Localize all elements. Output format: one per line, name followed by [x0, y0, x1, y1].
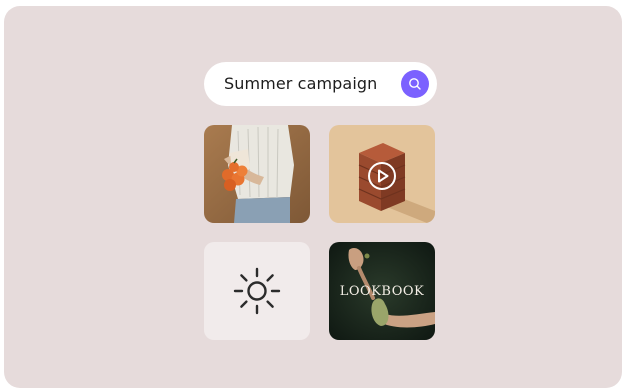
oranges-photo: [204, 125, 310, 223]
canvas: Summer campaign LOOKBOOK: [4, 6, 622, 388]
search-bar[interactable]: Summer campaign: [204, 62, 437, 106]
image-tile-lookbook[interactable]: LOOKBOOK: [329, 242, 435, 340]
sun-icon: [233, 267, 281, 315]
icon-tile-sun[interactable]: [204, 242, 310, 340]
search-input[interactable]: Summer campaign: [224, 62, 377, 106]
lookbook-label: LOOKBOOK: [339, 284, 425, 299]
search-button[interactable]: [401, 70, 429, 98]
play-icon: [368, 162, 396, 190]
image-tile-oranges[interactable]: [204, 125, 310, 223]
video-tile-bricks[interactable]: [329, 125, 435, 223]
play-button[interactable]: [366, 160, 398, 192]
search-icon: [409, 78, 421, 90]
